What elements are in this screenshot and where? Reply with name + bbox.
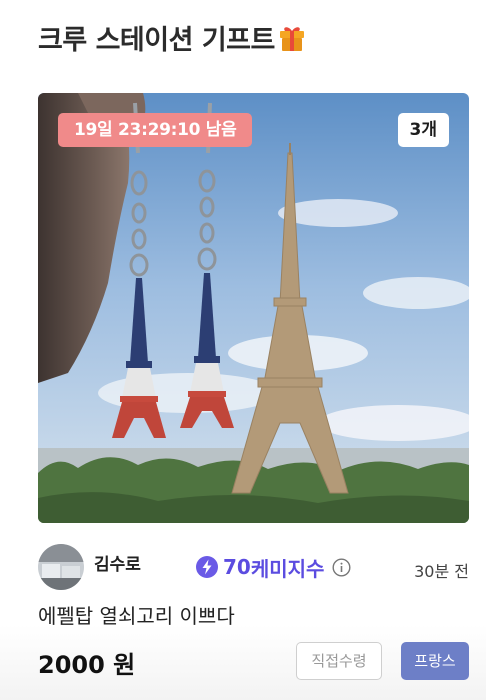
- gift-item-card: 크루 스테이션 기프트 19일 23:29:10 남음 3개 김수로 70 케미…: [0, 0, 486, 700]
- country-button[interactable]: 프랑스: [401, 642, 469, 680]
- time-remaining-badge: 19일 23:29:10 남음: [58, 113, 253, 147]
- page-title-text: 크루 스테이션 기프트: [38, 25, 275, 56]
- seller-row: 김수로 70 케미지수 30분 전: [38, 544, 469, 590]
- gift-icon: [277, 23, 307, 53]
- chemistry-label: 케미지수: [250, 556, 325, 581]
- item-price: 2000 원: [38, 651, 136, 679]
- direct-pickup-button[interactable]: 직접수령: [296, 642, 382, 680]
- quantity-badge: 3개: [397, 113, 449, 147]
- info-icon[interactable]: [332, 557, 351, 577]
- lightning-bolt-icon: [196, 556, 218, 578]
- eiffel-tower-keychains-photo: [38, 93, 469, 523]
- chemistry-score: 70 케미지수: [196, 544, 351, 590]
- item-photo[interactable]: 19일 23:29:10 남음 3개: [38, 93, 469, 523]
- chemistry-value: 70: [223, 555, 251, 579]
- avatar[interactable]: [38, 544, 84, 590]
- page-title: 크루 스테이션 기프트: [38, 18, 307, 57]
- posted-time: 30분 전: [414, 562, 469, 581]
- seller-name[interactable]: 김수로: [94, 550, 141, 575]
